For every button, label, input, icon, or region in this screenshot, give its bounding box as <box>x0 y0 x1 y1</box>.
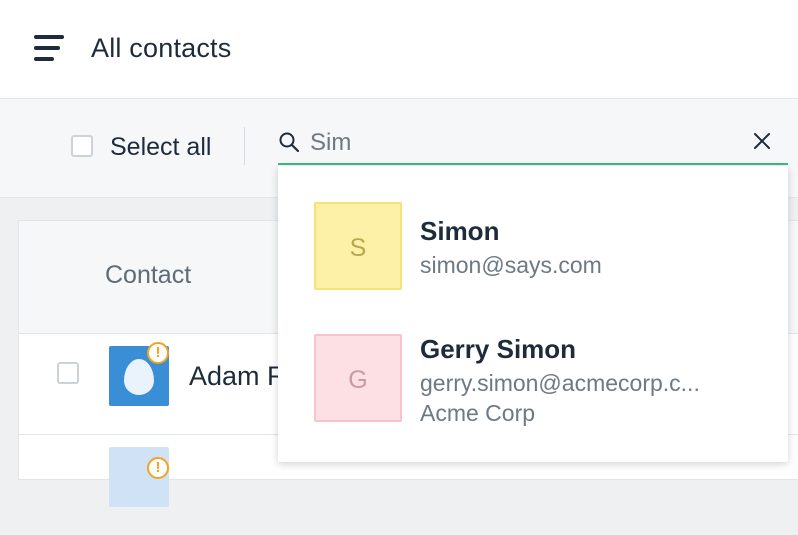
select-all-label[interactable]: Select all <box>110 131 211 163</box>
contact-name[interactable]: Adam R <box>189 361 287 392</box>
app-header: All contacts <box>0 0 798 99</box>
warning-icon: ! <box>147 342 169 364</box>
toolbar-divider <box>244 127 245 165</box>
search-results-dropdown: S Simon simon@says.com G Gerry Simon ger… <box>278 166 788 462</box>
column-header-contact[interactable]: Contact <box>105 261 191 290</box>
result-company: Acme Corp <box>420 400 536 426</box>
search-box <box>278 123 788 165</box>
close-icon[interactable] <box>752 131 772 151</box>
avatar: S <box>314 202 402 290</box>
search-input[interactable] <box>310 127 730 159</box>
select-all-checkbox[interactable] <box>71 135 93 157</box>
avatar: G <box>314 334 402 422</box>
row-checkbox[interactable] <box>57 362 79 384</box>
result-email: gerry.simon@acmecorp.c... <box>420 370 700 396</box>
result-email: simon@says.com <box>420 252 602 278</box>
result-name: Simon <box>420 216 500 246</box>
search-result-item[interactable]: S Simon simon@says.com <box>278 166 788 296</box>
warning-icon: ! <box>147 457 169 479</box>
page-title: All contacts <box>91 33 232 63</box>
menu-icon[interactable] <box>34 35 66 63</box>
result-name: Gerry Simon <box>420 334 577 364</box>
search-result-item[interactable]: G Gerry Simon gerry.simon@acmecorp.c... … <box>278 298 788 428</box>
search-icon <box>279 132 300 153</box>
